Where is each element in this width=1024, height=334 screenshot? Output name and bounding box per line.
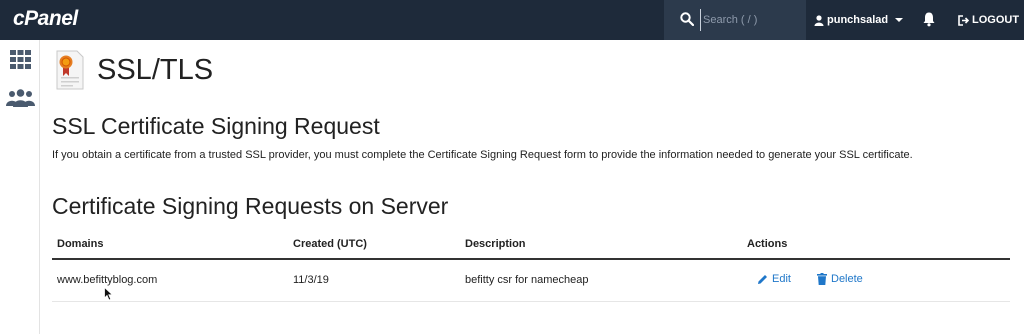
delete-label: Delete (831, 273, 863, 285)
table-header-row: Domains Created (UTC) Description Action… (52, 235, 1010, 260)
edit-button[interactable]: Edit (757, 273, 791, 285)
users-icon[interactable] (6, 89, 35, 107)
page-title: SSL/TLS (97, 54, 214, 86)
top-navbar: cPanel punchsalad LOGOUT (0, 0, 1024, 40)
csr-description: If you obtain a certificate from a trust… (52, 149, 913, 161)
csr-heading: SSL Certificate Signing Request (52, 113, 380, 139)
logout-icon (958, 14, 969, 26)
user-menu[interactable]: punchsalad (814, 0, 904, 40)
sidebar (0, 40, 40, 334)
cell-created: 11/3/19 (293, 274, 329, 286)
column-header-domains: Domains (57, 238, 104, 250)
cell-description: befitty csr for namecheap (465, 274, 589, 286)
requests-heading: Certificate Signing Requests on Server (52, 193, 449, 219)
column-header-actions: Actions (747, 238, 788, 250)
column-header-created: Created (UTC) (293, 238, 367, 250)
logout-button[interactable]: LOGOUT (958, 0, 1019, 40)
pencil-icon (758, 274, 767, 284)
chevron-down-icon (895, 18, 904, 22)
search-box (664, 0, 806, 40)
username: punchsalad (827, 14, 889, 26)
bell-icon[interactable] (922, 11, 936, 27)
user-icon (814, 14, 824, 26)
certificate-icon (56, 50, 84, 90)
cell-domain: www.befittyblog.com (57, 274, 158, 286)
search-icon (680, 12, 694, 26)
cpanel-logo[interactable]: cPanel (13, 7, 78, 31)
mouse-cursor-icon (104, 287, 114, 301)
logout-label: LOGOUT (972, 14, 1020, 26)
table-row: www.befittyblog.com 11/3/19 befitty csr … (52, 260, 1010, 302)
trash-icon (817, 273, 827, 285)
requests-table: Domains Created (UTC) Description Action… (52, 235, 1010, 302)
grid-icon[interactable] (10, 50, 31, 69)
column-header-description: Description (465, 238, 526, 250)
delete-button[interactable]: Delete (817, 273, 863, 285)
search-input[interactable] (700, 9, 798, 31)
edit-label: Edit (772, 273, 791, 285)
